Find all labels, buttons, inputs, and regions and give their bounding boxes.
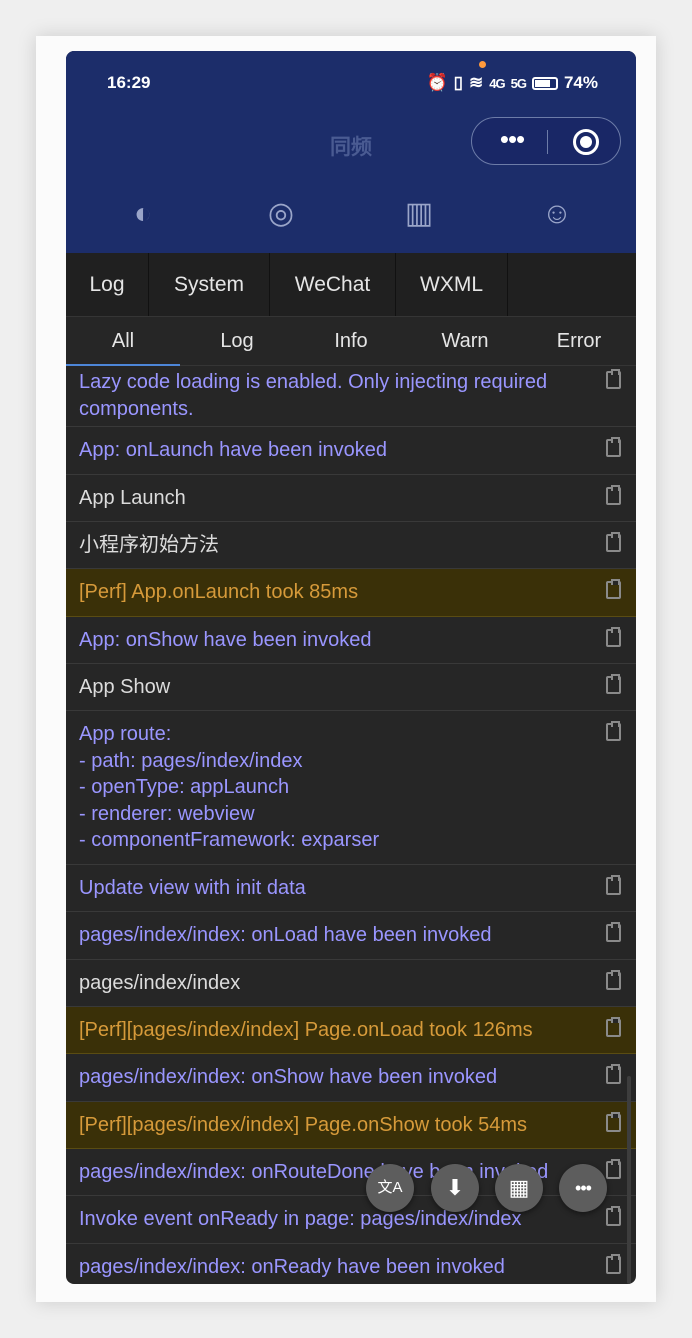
copy-icon[interactable] (606, 485, 621, 505)
copy-icon[interactable] (606, 627, 621, 647)
copy-icon[interactable] (606, 532, 621, 552)
log-row: App Show (66, 664, 636, 711)
log-text: [Perf] App.onLaunch took 85ms (79, 581, 359, 603)
tab-system[interactable]: System (149, 253, 270, 316)
log-row: [Perf][pages/index/index] Page.onLoad to… (66, 1007, 636, 1054)
nav-item-3-icon[interactable]: ▥ (402, 197, 436, 231)
copy-icon[interactable] (606, 1254, 621, 1274)
log-list[interactable]: Lazy code loading is enabled. Only injec… (66, 365, 636, 1284)
log-row: App Launch (66, 475, 636, 522)
log-text: Lazy code loading is enabled. Only injec… (79, 371, 548, 420)
log-row: pages/index/index: onShow have been invo… (66, 1054, 636, 1102)
more-icon[interactable]: ••• (559, 1164, 607, 1212)
log-text: [Perf][pages/index/index] Page.onShow to… (79, 1114, 528, 1136)
log-text: pages/index/index: onShow have been invo… (79, 1066, 498, 1088)
capsule-more-button[interactable]: ••• (492, 126, 532, 156)
wifi-icon: ≋ (469, 73, 484, 92)
copy-icon[interactable] (606, 1112, 621, 1132)
filter-error[interactable]: Error (522, 317, 636, 365)
signal-5g-icon: 5G (510, 75, 527, 91)
battery-percent: 74% (563, 73, 598, 92)
alarm-icon: ⏰ (426, 73, 448, 92)
log-text: App: onLaunch have been invoked (79, 439, 388, 461)
tab-log[interactable]: Log (66, 253, 149, 316)
filter-log[interactable]: Log (180, 317, 294, 365)
tab-wxml[interactable]: WXML (396, 253, 508, 316)
log-text: App Show (79, 676, 171, 698)
download-icon[interactable]: ⬇ (431, 1164, 479, 1212)
copy-icon[interactable] (606, 1017, 621, 1037)
log-text: Update view with init data (79, 877, 306, 899)
log-text: pages/index/index: onLoad have been invo… (79, 924, 492, 946)
log-text: pages/index/index (79, 972, 241, 994)
tab-wechat[interactable]: WeChat (270, 253, 396, 316)
translate-icon[interactable]: 文A (366, 1164, 414, 1212)
capsule-close-button[interactable] (573, 129, 599, 155)
status-time: 16:29 (107, 73, 151, 92)
log-row: App: onShow have been invoked (66, 617, 636, 664)
phone-screen: 16:29 ⏰ ▯ ≋ 4G 5G 74% 同频 ••• ◐ ◎ ▥ ☺ Log… (66, 51, 636, 1284)
copy-icon[interactable] (606, 369, 621, 389)
log-text: App Launch (79, 487, 186, 509)
log-row: pages/index/index (66, 960, 636, 1007)
log-scrollbar[interactable] (627, 1076, 631, 1284)
nav-item-4-icon[interactable]: ☺ (540, 197, 574, 231)
log-row: pages/index/index: onRouteDone have been… (66, 1149, 636, 1196)
signal-4g-icon: 4G (489, 75, 505, 91)
nav-item-2-icon[interactable]: ◎ (264, 197, 298, 231)
copy-icon[interactable] (606, 922, 621, 942)
log-row: Invoke event onReady in page: pages/inde… (66, 1196, 636, 1244)
filter-all[interactable]: All (66, 317, 180, 365)
grid-icon[interactable]: ▦ (495, 1164, 543, 1212)
log-text: App: onShow have been invoked (79, 629, 372, 651)
vibrate-icon: ▯ (453, 73, 464, 92)
copy-icon[interactable] (606, 1159, 621, 1179)
copy-icon[interactable] (606, 721, 621, 741)
log-row: App: onLaunch have been invoked (66, 427, 636, 475)
log-row: Lazy code loading is enabled. Only injec… (66, 365, 636, 427)
copy-icon[interactable] (606, 1206, 621, 1226)
copy-icon[interactable] (606, 674, 621, 694)
log-text: App route: - path: pages/index/index - o… (79, 723, 380, 851)
capsule-divider (547, 130, 548, 154)
log-row: [Perf][pages/index/index] Page.onShow to… (66, 1102, 636, 1149)
mini-program-header: 16:29 ⏰ ▯ ≋ 4G 5G 74% 同频 ••• ◐ ◎ ▥ ☺ (66, 51, 636, 256)
log-row: App route: - path: pages/index/index - o… (66, 711, 636, 865)
status-icons: ⏰ ▯ ≋ 4G 5G 74% (427, 73, 599, 93)
notification-dot (479, 61, 486, 68)
filter-warn[interactable]: Warn (408, 317, 522, 365)
copy-icon[interactable] (606, 579, 621, 599)
log-text: [Perf][pages/index/index] Page.onLoad to… (79, 1019, 533, 1041)
copy-icon[interactable] (606, 1064, 621, 1084)
status-bar: 16:29 ⏰ ▯ ≋ 4G 5G 74% (66, 61, 636, 99)
log-row: pages/index/index: onReady have been inv… (66, 1244, 636, 1284)
log-text: 小程序初始方法 (79, 534, 219, 556)
log-row: Update view with init data (66, 865, 636, 912)
log-row: pages/index/index: onLoad have been invo… (66, 912, 636, 960)
copy-icon[interactable] (606, 970, 621, 990)
menu-capsule: ••• (471, 117, 621, 165)
log-text: pages/index/index: onReady have been inv… (79, 1256, 505, 1278)
copy-icon[interactable] (606, 437, 621, 457)
log-level-filter: All Log Info Warn Error (66, 316, 636, 366)
vconsole-top-tabs: Log System WeChat WXML (66, 253, 636, 316)
filter-info[interactable]: Info (294, 317, 408, 365)
nav-item-1-icon[interactable]: ◐ (126, 197, 160, 231)
battery-icon (531, 76, 558, 90)
log-row: 小程序初始方法 (66, 522, 636, 569)
copy-icon[interactable] (606, 875, 621, 895)
log-row: [Perf] App.onLaunch took 85ms (66, 569, 636, 617)
